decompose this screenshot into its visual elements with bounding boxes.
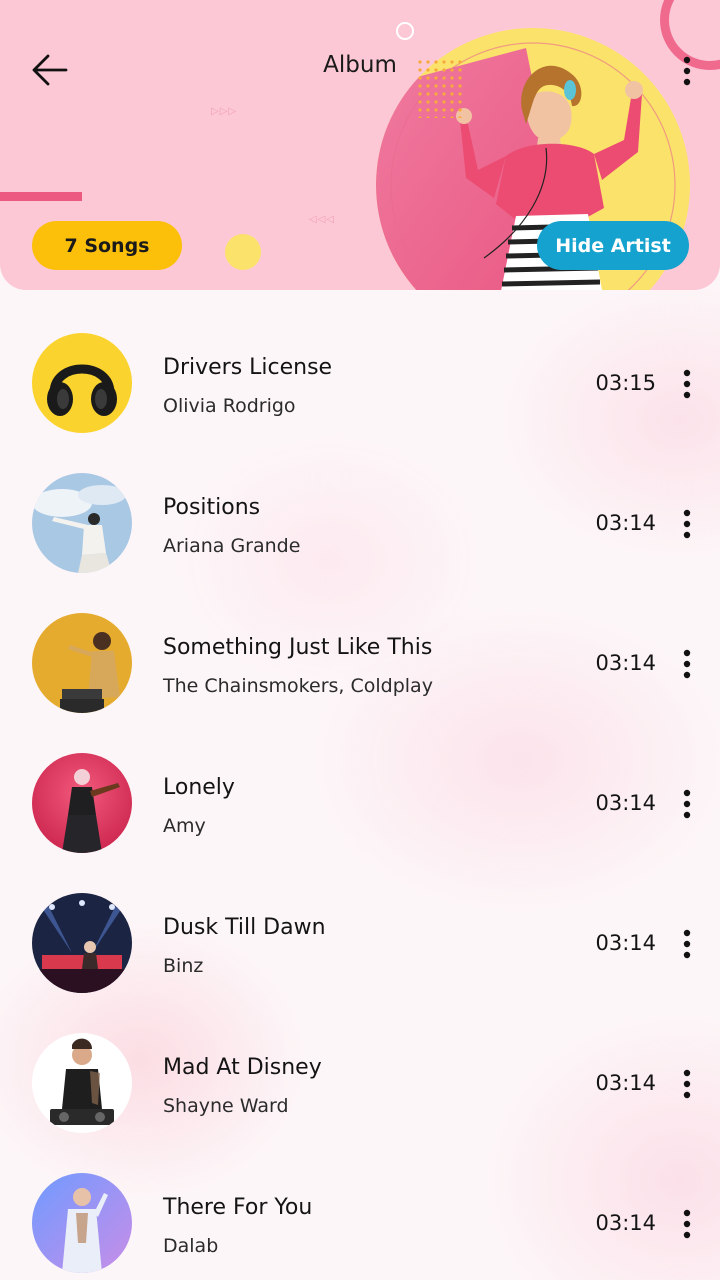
song-duration: 03:15 bbox=[595, 371, 656, 395]
more-vertical-icon bbox=[683, 1069, 691, 1099]
hide-artist-button[interactable]: Hide Artist bbox=[537, 221, 689, 270]
song-title: Dusk Till Dawn bbox=[163, 915, 326, 940]
album-header: ▷▷▷ ◁◁◁ Album 7 Songs Hide Artist bbox=[0, 0, 720, 290]
song-artist: Amy bbox=[163, 815, 206, 837]
song-more-button[interactable] bbox=[674, 787, 700, 821]
song-artist: The Chainsmokers, Coldplay bbox=[163, 675, 433, 697]
song-duration: 03:14 bbox=[595, 791, 656, 815]
decor-arrows-right: ▷▷▷ bbox=[211, 106, 238, 117]
page-title: Album bbox=[323, 52, 397, 78]
more-vertical-icon bbox=[683, 56, 691, 86]
more-vertical-icon bbox=[683, 509, 691, 539]
song-title: There For You bbox=[163, 1195, 313, 1220]
song-more-button[interactable] bbox=[674, 927, 700, 961]
song-title: Positions bbox=[163, 495, 261, 520]
decor-arrows-left: ◁◁◁ bbox=[309, 214, 336, 225]
song-list: Drivers License Olivia Rodrigo 03:15 Pos… bbox=[0, 313, 720, 1280]
album-art bbox=[32, 333, 132, 433]
album-art bbox=[32, 1173, 132, 1273]
album-art bbox=[32, 1033, 132, 1133]
back-button[interactable] bbox=[28, 50, 72, 90]
song-more-button[interactable] bbox=[674, 367, 700, 401]
song-row[interactable]: Drivers License Olivia Rodrigo 03:15 bbox=[0, 313, 720, 453]
album-art bbox=[32, 893, 132, 993]
more-vertical-icon bbox=[683, 369, 691, 399]
album-art bbox=[32, 753, 132, 853]
more-vertical-icon bbox=[683, 789, 691, 819]
song-row[interactable]: Something Just Like This The Chainsmoker… bbox=[0, 593, 720, 733]
song-duration: 03:14 bbox=[595, 931, 656, 955]
arrow-left-icon bbox=[32, 54, 68, 86]
song-title: Drivers License bbox=[163, 355, 333, 380]
song-duration: 03:14 bbox=[595, 1211, 656, 1235]
song-row[interactable]: Positions Ariana Grande 03:14 bbox=[0, 453, 720, 593]
album-art bbox=[32, 473, 132, 573]
song-artist: Shayne Ward bbox=[163, 1095, 289, 1117]
song-artist: Binz bbox=[163, 955, 204, 977]
song-title: Lonely bbox=[163, 775, 235, 800]
song-row[interactable]: Lonely Amy 03:14 bbox=[0, 733, 720, 873]
header-more-button[interactable] bbox=[672, 54, 702, 88]
song-row[interactable]: There For You Dalab 03:14 bbox=[0, 1153, 720, 1280]
song-artist: Dalab bbox=[163, 1235, 219, 1257]
song-more-button[interactable] bbox=[674, 647, 700, 681]
more-vertical-icon bbox=[683, 1209, 691, 1239]
decor-ring bbox=[396, 22, 414, 40]
album-art bbox=[32, 613, 132, 713]
songs-count-badge[interactable]: 7 Songs bbox=[32, 221, 182, 270]
song-artist: Ariana Grande bbox=[163, 535, 301, 557]
song-row[interactable]: Dusk Till Dawn Binz 03:14 bbox=[0, 873, 720, 1013]
song-title: Mad At Disney bbox=[163, 1055, 322, 1080]
song-more-button[interactable] bbox=[674, 507, 700, 541]
song-duration: 03:14 bbox=[595, 1071, 656, 1095]
song-title: Something Just Like This bbox=[163, 635, 433, 660]
song-duration: 03:14 bbox=[595, 511, 656, 535]
song-artist: Olivia Rodrigo bbox=[163, 395, 296, 417]
song-duration: 03:14 bbox=[595, 651, 656, 675]
more-vertical-icon bbox=[683, 649, 691, 679]
more-vertical-icon bbox=[683, 929, 691, 959]
song-more-button[interactable] bbox=[674, 1207, 700, 1241]
song-more-button[interactable] bbox=[674, 1067, 700, 1101]
song-row[interactable]: Mad At Disney Shayne Ward 03:14 bbox=[0, 1013, 720, 1153]
decor-bar bbox=[0, 192, 82, 201]
decor-dot bbox=[225, 234, 261, 270]
